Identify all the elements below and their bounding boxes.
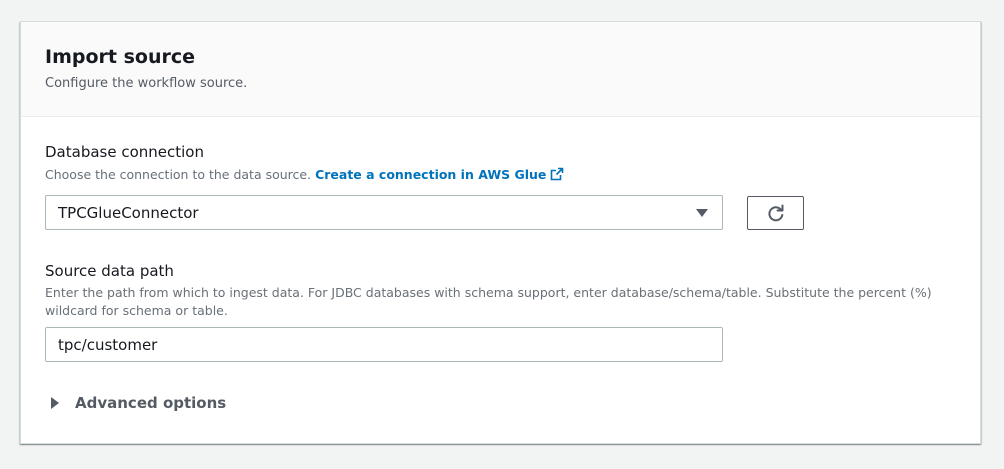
import-source-panel: Import source Configure the workflow sou… bbox=[20, 21, 981, 444]
refresh-icon bbox=[767, 204, 783, 222]
refresh-button[interactable] bbox=[747, 196, 804, 230]
database-connection-hint-text: Choose the connection to the data source… bbox=[45, 167, 312, 182]
database-connection-label: Database connection bbox=[45, 143, 204, 161]
external-link-icon bbox=[551, 167, 564, 181]
panel-description: Configure the workflow source. bbox=[45, 76, 248, 91]
database-connection-hint: Choose the connection to the data source… bbox=[45, 166, 564, 184]
advanced-options-toggle[interactable]: Advanced options bbox=[51, 393, 226, 413]
advanced-options-label: Advanced options bbox=[75, 394, 227, 412]
source-data-path-label: Source data path bbox=[45, 262, 174, 280]
source-data-path-hint: Enter the path from which to ingest data… bbox=[45, 285, 932, 318]
database-connection-selected-value: TPCGlueConnector bbox=[58, 204, 199, 222]
database-connection-select[interactable]: TPCGlueConnector bbox=[45, 195, 723, 230]
caret-down-icon bbox=[696, 209, 708, 217]
caret-right-icon bbox=[51, 397, 59, 409]
panel-header: Import source Configure the workflow sou… bbox=[21, 22, 980, 117]
source-data-path-input[interactable] bbox=[45, 327, 723, 362]
create-connection-link[interactable]: Create a connection in AWS Glue bbox=[315, 167, 564, 182]
panel-title: Import source bbox=[45, 46, 195, 68]
create-connection-link-text: Create a connection in AWS Glue bbox=[315, 167, 547, 182]
